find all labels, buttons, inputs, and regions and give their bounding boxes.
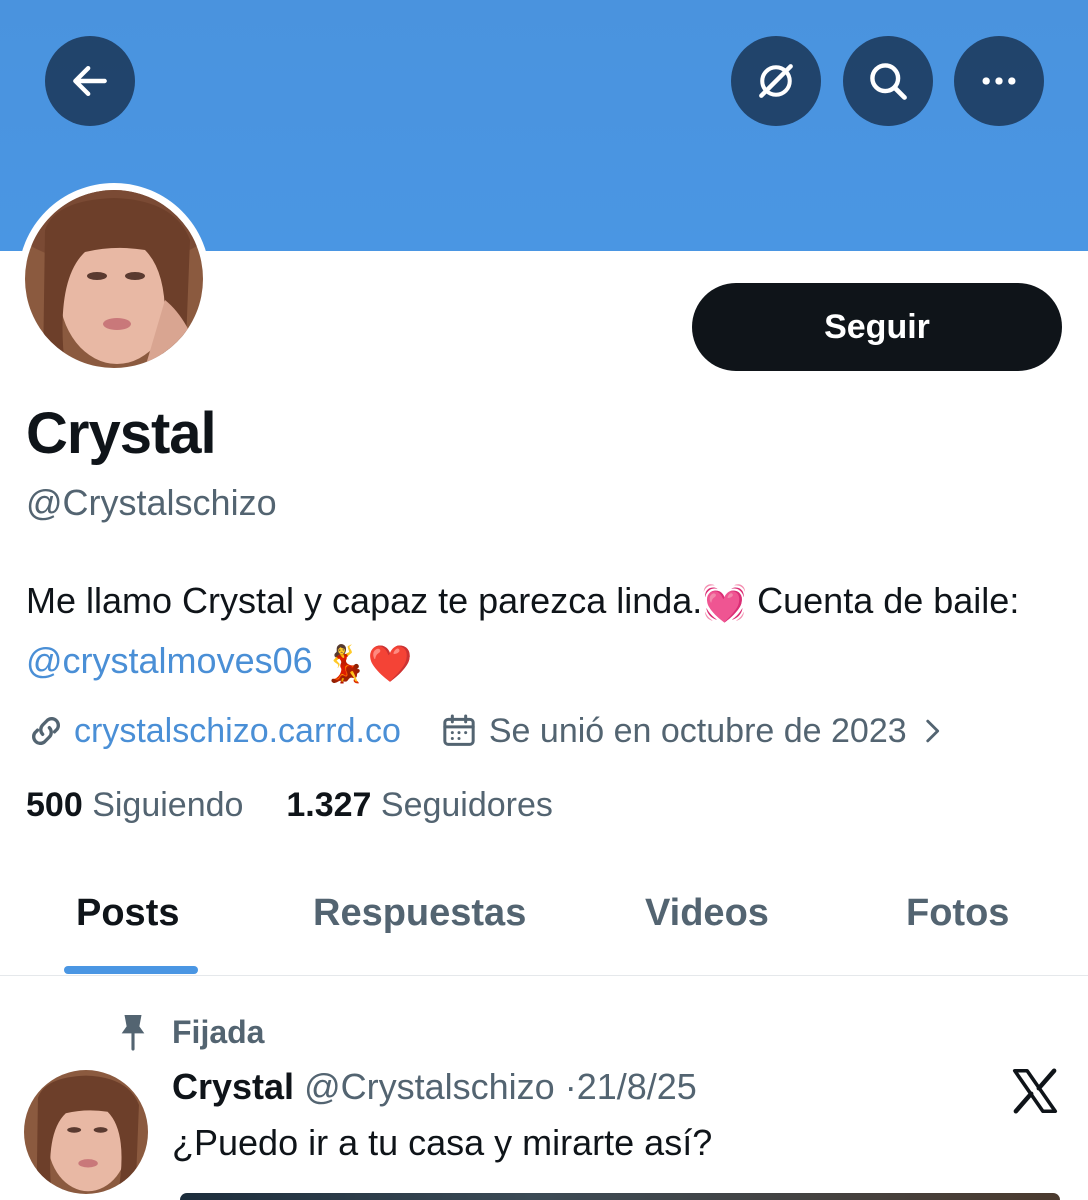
following-stat[interactable]: 500 Siguiendo xyxy=(26,786,243,824)
calendar-icon xyxy=(443,714,475,746)
pinned-label: Fijada xyxy=(172,1013,265,1050)
bio-text: Cuenta de baile: xyxy=(747,580,1020,621)
post-author-avatar[interactable] xyxy=(24,1070,148,1194)
tab-videos[interactable]: Videos xyxy=(645,892,769,935)
active-tab-indicator xyxy=(64,966,198,974)
following-count: 500 xyxy=(26,786,83,824)
post-author-name[interactable]: Crystal xyxy=(172,1066,294,1107)
back-button[interactable] xyxy=(45,36,135,126)
search-icon xyxy=(870,63,907,100)
post-separator: · xyxy=(564,1066,577,1107)
bio-mention-link[interactable]: @crystalmoves06 xyxy=(26,640,313,681)
profile-joined-date: Se unió en octubre de 2023 xyxy=(488,711,907,750)
red-heart-emoji: ❤️ xyxy=(367,642,413,684)
followers-stat[interactable]: 1.327 Seguidores xyxy=(286,786,553,824)
profile-website-link[interactable]: crystalschizo.carrd.co xyxy=(74,712,401,751)
more-horizontal-icon xyxy=(982,77,1016,85)
post-media-preview[interactable] xyxy=(180,1193,1060,1200)
chevron-right-icon[interactable] xyxy=(915,714,949,748)
profile-name: Crystal xyxy=(26,401,217,466)
profile-avatar[interactable] xyxy=(18,183,210,375)
profile-handle: @Crystalschizo xyxy=(26,482,277,523)
pinned-indicator: Fijada xyxy=(116,1010,264,1054)
avatar-image xyxy=(25,190,203,368)
tab-replies[interactable]: Respuestas xyxy=(313,892,526,935)
x-logo-icon[interactable] xyxy=(1008,1064,1062,1118)
link-icon xyxy=(32,717,60,745)
profile-tabs: Posts Respuestas Videos Fotos xyxy=(0,868,1088,976)
tab-posts[interactable]: Posts xyxy=(76,892,179,935)
followers-count: 1.327 xyxy=(286,786,372,824)
tab-photos[interactable]: Fotos xyxy=(906,892,1009,935)
follow-button[interactable]: Seguir xyxy=(692,283,1062,371)
post-header: Crystal @Crystalschizo ·21/8/25 xyxy=(172,1066,697,1108)
grok-icon xyxy=(759,64,793,98)
profile-meta: crystalschizo.carrd.co Se unió en octubr… xyxy=(26,706,949,756)
followers-label: Seguidores xyxy=(380,786,553,824)
profile-bio: Me llamo Crystal y capaz te parezca lind… xyxy=(26,572,1076,693)
profile-stats: 500 Siguiendo 1.327 Seguidores xyxy=(26,786,553,825)
bio-text: Me llamo Crystal y capaz te parezca lind… xyxy=(26,580,703,621)
post-text: ¿Puedo ir a tu casa y mirarte así? xyxy=(172,1122,713,1163)
grok-button[interactable] xyxy=(731,36,821,126)
following-label: Siguiendo xyxy=(92,786,244,824)
more-button[interactable] xyxy=(954,36,1044,126)
post-author-handle[interactable]: @Crystalschizo xyxy=(304,1066,555,1107)
growing-heart-emoji: 💓 xyxy=(702,582,748,624)
search-button[interactable] xyxy=(843,36,933,126)
post-date[interactable]: 21/8/25 xyxy=(577,1066,697,1107)
pin-icon xyxy=(121,1015,145,1051)
arrow-left-icon xyxy=(73,65,107,97)
dancer-emoji: 💃 xyxy=(322,642,368,684)
